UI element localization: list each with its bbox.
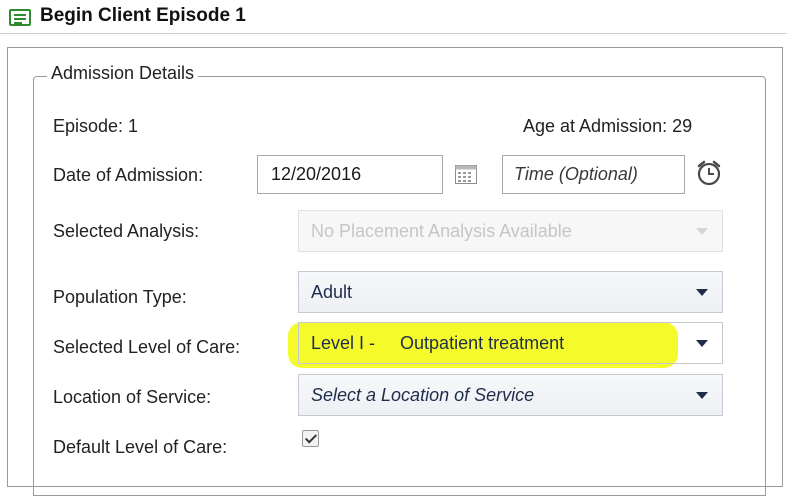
chevron-down-icon [696, 228, 708, 235]
age-at-admission-label: Age at Admission: 29 [523, 116, 693, 136]
default-level-of-care-checkbox[interactable] [302, 430, 319, 447]
chevron-down-icon [696, 340, 708, 347]
default-level-of-care-label: Default Level of Care: [53, 437, 228, 457]
admission-time-field[interactable]: Time (Optional) [502, 155, 685, 194]
location-of-service-dropdown[interactable]: Select a Location of Service [298, 374, 723, 416]
location-of-service-placeholder: Select a Location of Service [311, 385, 535, 405]
selected-analysis-dropdown: No Placement Analysis Available [298, 210, 723, 252]
chevron-down-icon [696, 392, 708, 399]
date-of-admission-label: Date of Admission: [53, 165, 204, 185]
list-document-icon [9, 9, 31, 26]
population-type-value: Adult [311, 282, 353, 302]
chevron-down-icon [696, 289, 708, 296]
selected-level-of-care-dropdown[interactable]: Level I - Outpatient treatment [298, 322, 723, 364]
selected-analysis-value: No Placement Analysis Available [311, 221, 572, 241]
alarm-clock-icon[interactable] [695, 159, 723, 187]
population-type-label: Population Type: [53, 287, 187, 307]
window-title: Begin Client Episode 1 [40, 5, 246, 26]
location-of-service-label: Location of Service: [53, 387, 212, 407]
admission-details-legend: Admission Details [47, 63, 199, 84]
episode-label: Episode: 1 [53, 116, 139, 136]
selected-level-of-care-label: Selected Level of Care: [53, 337, 241, 357]
window-titlebar: Begin Client Episode 1 [0, 0, 787, 34]
population-type-dropdown[interactable]: Adult [298, 271, 723, 313]
date-of-admission-field[interactable]: 12/20/2016 [257, 155, 443, 194]
calendar-icon[interactable] [455, 165, 477, 184]
selected-level-of-care-value: Level I - Outpatient treatment [311, 333, 565, 353]
selected-analysis-label: Selected Analysis: [53, 221, 200, 241]
